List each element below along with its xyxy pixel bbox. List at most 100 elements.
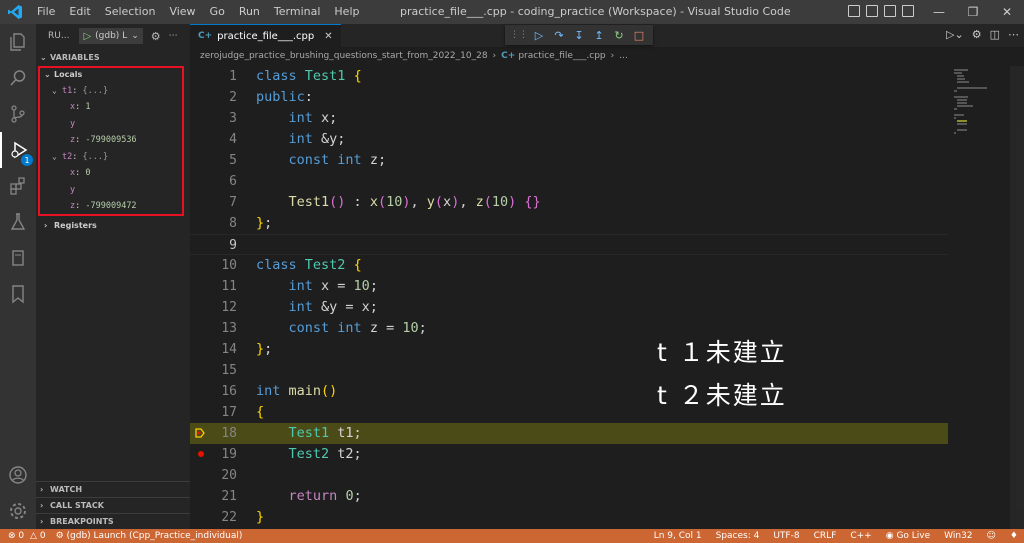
variables-section-header[interactable]: ⌄ VARIABLES (36, 48, 190, 66)
callstack-section-header[interactable]: › CALL STACK (36, 497, 190, 513)
variable-value: {...} (82, 85, 109, 96)
code-line[interactable]: 6 (190, 171, 948, 192)
code-text: } (256, 509, 265, 525)
breakpoints-section-header[interactable]: › BREAKPOINTS (36, 513, 190, 529)
more-actions-icon[interactable]: ⋯ (1008, 28, 1019, 41)
breadcrumb-folder[interactable]: zerojudge_practice_brushing_questions_st… (200, 51, 488, 61)
code-line[interactable]: 2 public: (190, 87, 948, 108)
minimap[interactable] (948, 66, 1024, 529)
code-line[interactable]: 15 (190, 360, 948, 381)
launch-config-select[interactable]: ▷ (gdb) L ⌄ (79, 28, 143, 44)
code-line-cursor[interactable]: 9 (190, 234, 948, 255)
language-mode[interactable]: C++ (850, 531, 871, 541)
annotation-t1-not-constructed: t １未建立 (657, 338, 787, 367)
watch-section-header[interactable]: › WATCH (36, 481, 190, 497)
account-icon[interactable] (0, 457, 36, 493)
code-line[interactable]: 21 return 0; (190, 486, 948, 507)
code-line[interactable]: 5 const int z; (190, 150, 948, 171)
code-line[interactable]: 12 int &y = x; (190, 297, 948, 318)
minimize-icon[interactable]: — (922, 0, 956, 24)
chevron-down-icon: ⌄ (40, 52, 47, 62)
code-line[interactable]: 20 (190, 465, 948, 486)
code-line[interactable]: 16 int main() (190, 381, 948, 402)
toggle-sidebar-icon[interactable] (866, 5, 878, 17)
extensions-icon[interactable] (0, 168, 36, 204)
code-line[interactable]: 4 int &y; (190, 129, 948, 150)
platform[interactable]: Win32 (944, 531, 972, 541)
code-line[interactable]: 14}; (190, 339, 948, 360)
step-over-icon[interactable]: ↷ (549, 29, 569, 42)
encoding[interactable]: UTF-8 (773, 531, 799, 541)
code-line-execution[interactable]: 18 Test1 t1; (190, 423, 948, 444)
problems-indicator[interactable]: ⊗ 0 △ 0 (8, 531, 46, 541)
start-debug-icon[interactable]: ▷ (83, 31, 91, 42)
bookmark-icon[interactable] (0, 276, 36, 312)
code-text: }; (256, 341, 273, 357)
menu-file[interactable]: File (30, 0, 62, 24)
indentation[interactable]: Spaces: 4 (716, 531, 760, 541)
menu-edit[interactable]: Edit (62, 0, 97, 24)
vertical-scrollbar[interactable] (1010, 66, 1024, 529)
code-line[interactable]: 3 int x; (190, 108, 948, 129)
more-actions-icon[interactable]: ⋯ (169, 31, 178, 41)
code-line[interactable]: 8}; (190, 213, 948, 234)
breadcrumb-file[interactable]: practice_file___.cpp (518, 51, 605, 61)
line-number: 8 (229, 216, 237, 231)
layout-customize-icon[interactable] (848, 5, 860, 17)
debug-session-indicator[interactable]: ⚙ (gdb) Launch (Cpp_Practice_individual) (56, 531, 243, 541)
menu-view[interactable]: View (162, 0, 202, 24)
golive-button[interactable]: ◉ Go Live (886, 531, 930, 541)
notifications-bell-icon[interactable]: ♦ (1010, 531, 1018, 541)
stop-icon[interactable]: □ (629, 29, 649, 42)
code-line[interactable]: 10 class Test2 { (190, 255, 948, 276)
explorer-icon[interactable] (0, 24, 36, 60)
menu-run[interactable]: Run (232, 0, 267, 24)
code-line[interactable]: 13 const int z = 10; (190, 318, 948, 339)
debug-icon: ⚙ (55, 531, 64, 541)
restart-icon[interactable]: ↻ (609, 29, 629, 42)
tab-practice-file[interactable]: C+ practice_file___.cpp ✕ (190, 24, 341, 47)
code-line[interactable]: 11 int x = 10; (190, 276, 948, 297)
remote-explorer-icon[interactable] (0, 240, 36, 276)
manage-gear-icon[interactable] (0, 493, 36, 529)
menu-terminal[interactable]: Terminal (267, 0, 328, 24)
menu-go[interactable]: Go (203, 0, 232, 24)
cursor-position[interactable]: Ln 9, Col 1 (654, 531, 702, 541)
step-out-icon[interactable]: ↥ (589, 29, 609, 42)
code-line[interactable]: 1 class Test1 { (190, 66, 948, 87)
breadcrumb-symbol[interactable]: ... (619, 51, 628, 61)
activity-bar: 1 (0, 24, 36, 529)
split-editor-icon[interactable]: ◫ (990, 28, 1000, 41)
end-of-line[interactable]: CRLF (814, 531, 837, 541)
code-editor[interactable]: 1 class Test1 { 2 public: 3 int x; 4 int &… (190, 66, 948, 529)
code-line[interactable]: 17 { (190, 402, 948, 423)
settings-gear-icon[interactable]: ⚙ (972, 28, 982, 41)
registers-scope[interactable]: › Registers (36, 218, 190, 235)
menu-selection[interactable]: Selection (98, 0, 163, 24)
search-icon[interactable] (0, 60, 36, 96)
close-tab-icon[interactable]: ✕ (324, 31, 332, 42)
code-text: int main() (256, 383, 338, 399)
run-debug-icon[interactable]: 1 (0, 132, 36, 168)
continue-icon[interactable]: ▷ (529, 29, 549, 42)
toggle-secondary-sidebar-icon[interactable] (902, 5, 914, 17)
line-number: 16 (221, 384, 237, 399)
code-line[interactable]: 22} (190, 507, 948, 528)
settings-gear-icon[interactable]: ⚙ (151, 30, 161, 43)
testing-flask-icon[interactable] (0, 204, 36, 240)
title-bar: File Edit Selection View Go Run Terminal… (0, 0, 1024, 24)
source-control-icon[interactable] (0, 96, 36, 132)
run-code-icon[interactable]: ▷⌄ (946, 28, 964, 41)
feedback-icon[interactable]: ☺ (987, 531, 996, 541)
toggle-panel-icon[interactable] (884, 5, 896, 17)
code-line[interactable]: 7 Test1() : x(10), y(x), z(10) {} (190, 192, 948, 213)
collapsed-sections: › WATCH › CALL STACK › BREAKPOINTS (36, 481, 190, 529)
restore-icon[interactable]: ❐ (956, 0, 990, 24)
golive-label: Go Live (896, 531, 931, 541)
code-line[interactable]: 19 Test2 t2; (190, 444, 948, 465)
menu-help[interactable]: Help (327, 0, 366, 24)
drag-handle-icon[interactable]: ⋮⋮ (509, 30, 529, 40)
close-window-icon[interactable]: ✕ (990, 0, 1024, 24)
line-number: 6 (229, 174, 237, 189)
step-into-icon[interactable]: ↧ (569, 29, 589, 42)
